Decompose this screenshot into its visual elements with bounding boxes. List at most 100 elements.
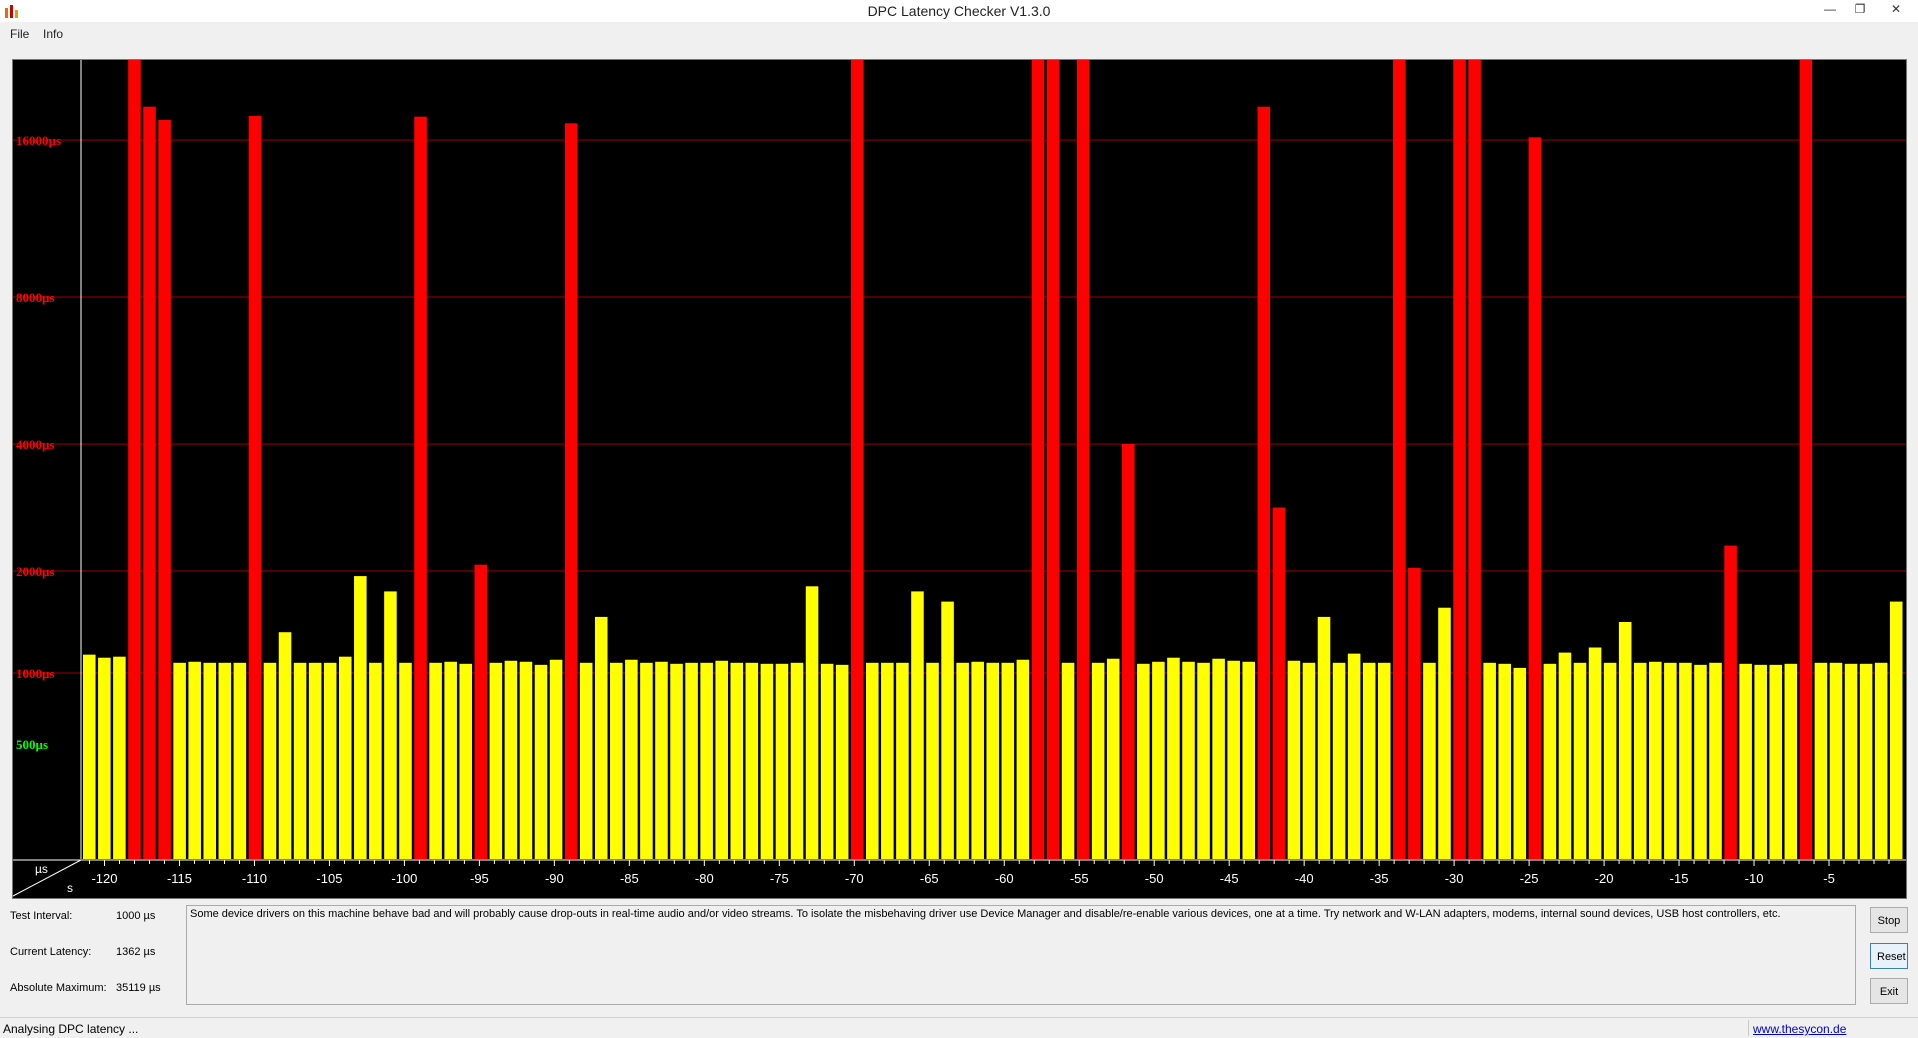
latency-bar bbox=[896, 662, 909, 859]
latency-bar bbox=[685, 662, 698, 859]
latency-bar bbox=[504, 660, 518, 859]
latency-bar bbox=[1618, 622, 1632, 859]
latency-bar bbox=[1724, 545, 1737, 859]
latency-bar bbox=[1889, 601, 1903, 859]
latency-bar bbox=[113, 656, 126, 859]
title-bar: DPC Latency Checker V1.3.0 — ❐ ✕ bbox=[0, 0, 1918, 22]
latency-bar bbox=[429, 662, 442, 859]
x-tick-label: -100 bbox=[391, 871, 417, 886]
latency-bar bbox=[610, 662, 623, 859]
absolute-maximum-value: 35119 µs bbox=[116, 982, 161, 994]
latency-bar bbox=[1061, 662, 1075, 859]
latency-bar bbox=[534, 664, 548, 859]
x-tick-label: -35 bbox=[1370, 871, 1389, 886]
latency-bar bbox=[790, 662, 804, 859]
close-icon[interactable]: ✕ bbox=[1876, 0, 1916, 20]
x-tick-label: -55 bbox=[1070, 871, 1089, 886]
latency-bar bbox=[1603, 662, 1617, 859]
restore-icon[interactable]: ❐ bbox=[1840, 0, 1880, 20]
latency-bar bbox=[1859, 663, 1873, 859]
latency-bar bbox=[655, 661, 668, 859]
latency-bar bbox=[1152, 661, 1165, 859]
latency-bar bbox=[1408, 567, 1421, 859]
exit-button[interactable]: Exit bbox=[1870, 978, 1908, 1004]
latency-bar bbox=[1016, 659, 1030, 859]
latency-bar bbox=[670, 663, 683, 859]
latency-bar bbox=[188, 661, 201, 859]
latency-bar bbox=[1649, 661, 1662, 859]
current-latency-value: 1362 µs bbox=[116, 946, 156, 958]
x-tick-label: -90 bbox=[545, 871, 564, 886]
latency-bar bbox=[1031, 60, 1045, 859]
latency-bar bbox=[158, 120, 171, 859]
latency-bar bbox=[384, 591, 397, 859]
latency-bar bbox=[1633, 662, 1647, 859]
x-tick-label: -10 bbox=[1745, 871, 1764, 886]
latency-bar bbox=[459, 663, 473, 859]
latency-bar bbox=[98, 657, 111, 859]
latency-bar bbox=[1167, 657, 1180, 859]
latency-bar bbox=[1001, 662, 1015, 859]
x-tick-label: -15 bbox=[1670, 871, 1689, 886]
latency-bar bbox=[1423, 662, 1436, 859]
latency-bar bbox=[354, 576, 367, 859]
latency-bar bbox=[414, 116, 427, 859]
latency-bar bbox=[1513, 667, 1527, 859]
latency-bar bbox=[1754, 664, 1767, 859]
latency-bar bbox=[549, 659, 563, 859]
website-link[interactable]: www.thesycon.de bbox=[1753, 1022, 1846, 1036]
latency-bar bbox=[730, 662, 744, 859]
latency-bar bbox=[1558, 652, 1572, 859]
latency-bar bbox=[1317, 616, 1331, 859]
latency-bar bbox=[911, 591, 924, 859]
y-tick-label: 8000µs bbox=[16, 290, 55, 305]
latency-bar bbox=[308, 662, 322, 859]
latency-bar bbox=[941, 601, 954, 859]
latency-bar bbox=[866, 662, 879, 859]
latency-bar bbox=[1784, 663, 1798, 859]
menu-info[interactable]: Info bbox=[43, 27, 63, 41]
latency-bar bbox=[278, 632, 292, 859]
x-tick-label: -30 bbox=[1445, 871, 1464, 886]
latency-bar bbox=[820, 663, 834, 859]
latency-bar bbox=[1091, 662, 1105, 859]
y-tick-label: 2000µs bbox=[16, 564, 55, 579]
latency-bar bbox=[83, 654, 96, 859]
x-tick-label: -20 bbox=[1595, 871, 1614, 886]
x-tick-label: -95 bbox=[470, 871, 489, 886]
latency-bar bbox=[1393, 60, 1406, 859]
latency-bar bbox=[640, 662, 653, 859]
latency-bar bbox=[1739, 663, 1752, 859]
x-tick-label: -75 bbox=[770, 871, 789, 886]
x-tick-label: -5 bbox=[1823, 871, 1835, 886]
latency-bar bbox=[519, 661, 533, 859]
x-unit-label: s bbox=[67, 881, 73, 895]
latency-bar bbox=[1362, 662, 1376, 859]
latency-bar bbox=[293, 662, 307, 859]
latency-bar bbox=[775, 663, 789, 859]
x-tick-label: -70 bbox=[845, 871, 864, 886]
status-text: Analysing DPC latency ... bbox=[3, 1022, 139, 1036]
latency-bar bbox=[745, 662, 759, 859]
menu-file[interactable]: File bbox=[10, 27, 29, 41]
latency-bar bbox=[1799, 60, 1813, 859]
latency-bar bbox=[835, 664, 849, 859]
reset-button[interactable]: Reset bbox=[1870, 943, 1908, 969]
latency-bar bbox=[760, 663, 774, 859]
latency-bar bbox=[1121, 444, 1135, 859]
latency-bar bbox=[1272, 507, 1286, 859]
menu-bar: File Info bbox=[0, 24, 1918, 44]
stop-button[interactable]: Stop bbox=[1870, 907, 1908, 933]
latency-bar bbox=[1242, 661, 1256, 859]
x-tick-label: -105 bbox=[316, 871, 342, 886]
latency-bar bbox=[1664, 662, 1677, 859]
latency-bar bbox=[625, 659, 638, 859]
latency-bar bbox=[805, 586, 819, 859]
x-tick-label: -85 bbox=[620, 871, 639, 886]
y-tick-label: 500µs bbox=[16, 737, 48, 752]
x-tick-label: -110 bbox=[242, 871, 267, 886]
latency-bar bbox=[1287, 660, 1301, 859]
x-tick-label: -65 bbox=[920, 871, 939, 886]
latency-bar bbox=[323, 662, 337, 859]
latency-bar bbox=[881, 662, 894, 859]
